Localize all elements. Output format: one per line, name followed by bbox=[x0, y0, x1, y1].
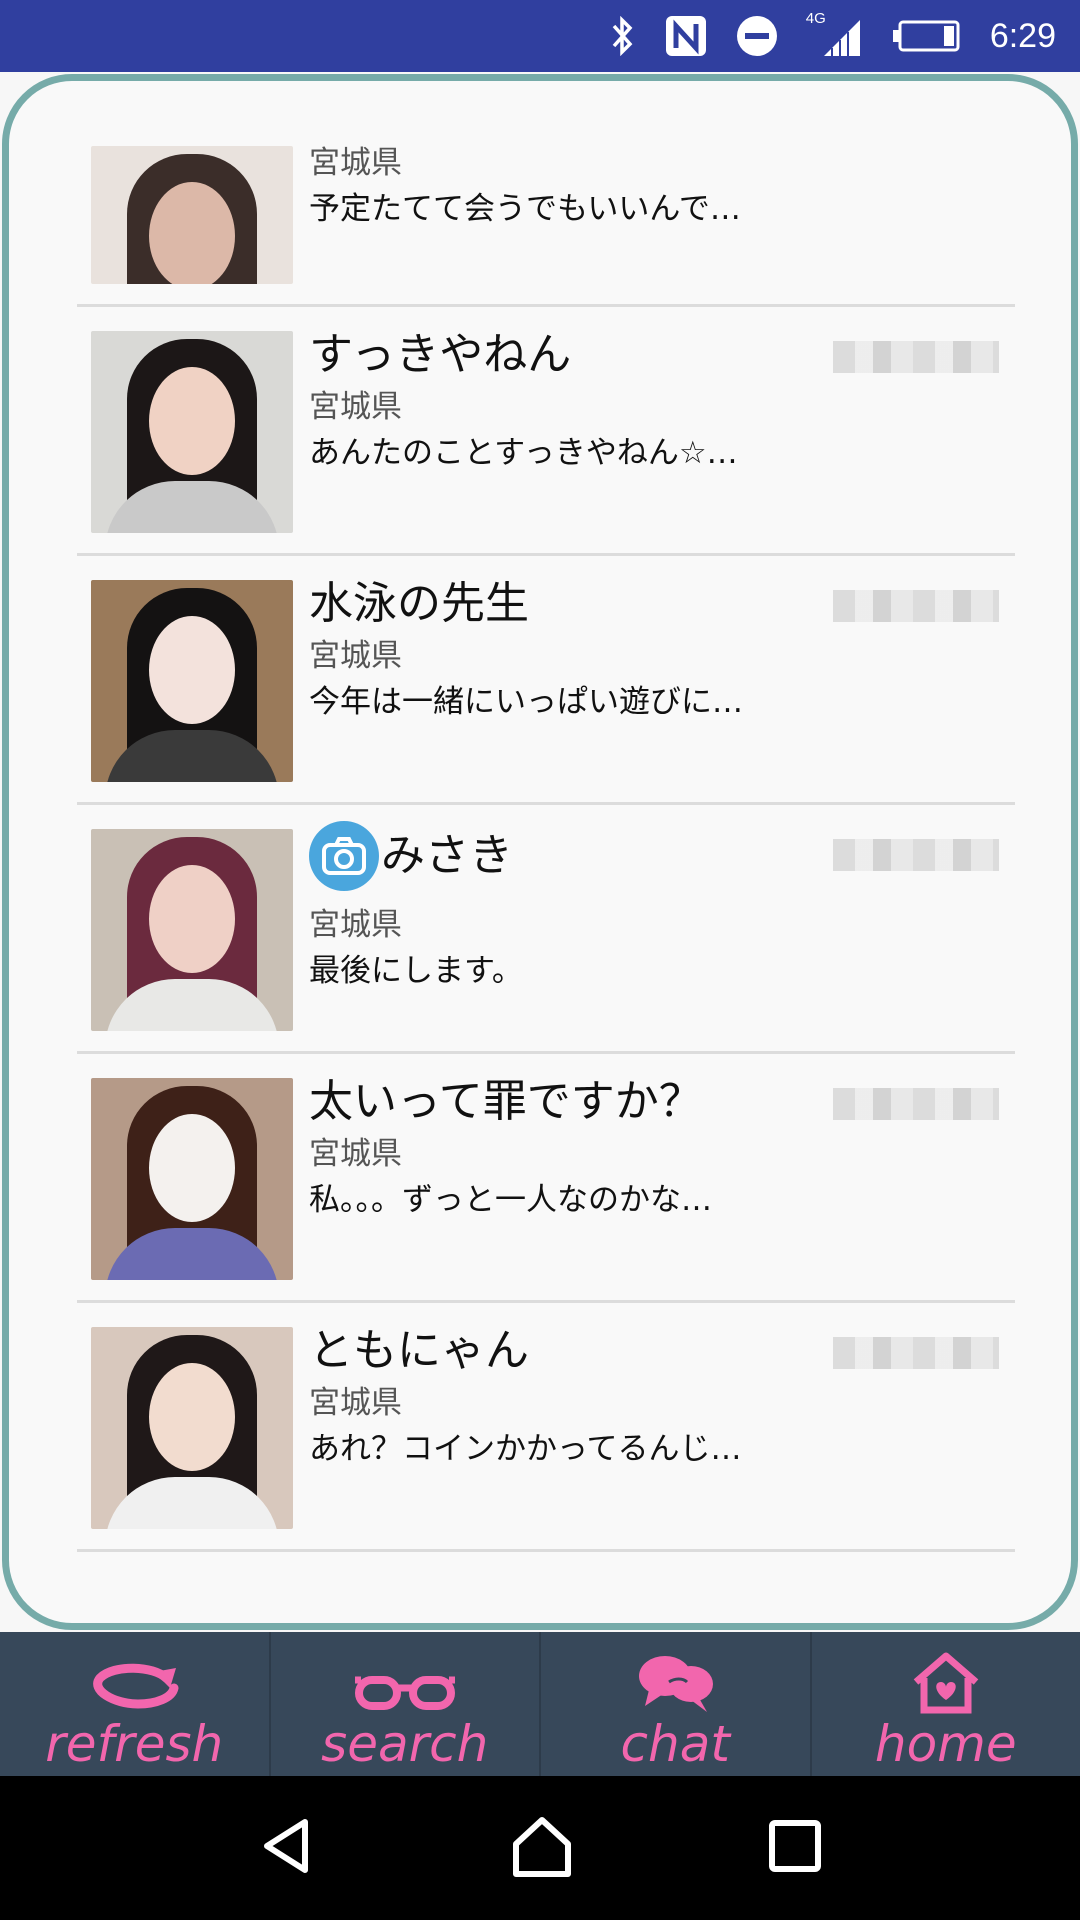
blurred-timestamp bbox=[833, 341, 999, 373]
user-prefecture: 宮城県 bbox=[309, 389, 402, 425]
user-text: 宮城県予定たてて会うでもいいんで… bbox=[309, 141, 809, 233]
back-icon[interactable] bbox=[257, 1816, 317, 1880]
do-not-disturb-icon bbox=[736, 15, 778, 57]
avatar-face bbox=[149, 182, 235, 284]
user-avatar[interactable] bbox=[91, 1327, 293, 1529]
blurred-timestamp bbox=[833, 590, 999, 622]
user-row[interactable]: 太いって罪ですか？ 宮城県私。。。ずっと一人なのかな… bbox=[77, 1054, 1015, 1303]
user-name-text: ともにゃん bbox=[309, 1325, 529, 1376]
user-message-preview: 最後にします。 bbox=[309, 953, 523, 989]
user-list-card: 宮城県 予定たてて会うでもいいんで… すっきやねん 宮城県 あんたのことすっきやねん☆…… bbox=[2, 74, 1078, 1630]
user-prefecture: 宮城県 bbox=[309, 145, 402, 181]
avatar-face bbox=[149, 1363, 235, 1471]
nav-refresh[interactable]: refresh bbox=[0, 1632, 271, 1776]
user-text: ともにゃん宮城県あれ？コインかかってるんじ… bbox=[309, 1321, 809, 1473]
user-row[interactable]: ともにゃん宮城県あれ？コインかかってるんじ… bbox=[77, 1303, 1015, 1552]
status-bar: 4G 6:29 bbox=[0, 0, 1080, 72]
refresh-icon bbox=[84, 1652, 184, 1714]
user-message-preview: あれ？コインかかってるんじ… bbox=[309, 1431, 742, 1467]
user-avatar[interactable] bbox=[91, 829, 293, 1031]
user-prefecture: 宮城県 bbox=[309, 1136, 402, 1172]
user-text: すっきやねん宮城県あんたのことすっきやねん☆… bbox=[309, 325, 809, 477]
nav-home[interactable]: home bbox=[812, 1632, 1080, 1776]
user-name-text: みさき bbox=[381, 830, 513, 881]
user-name-text: すっきやねん bbox=[309, 329, 572, 380]
nav-chat[interactable]: chat bbox=[541, 1632, 812, 1776]
battery-icon bbox=[892, 19, 962, 53]
camera-icon bbox=[309, 821, 379, 891]
user-prefecture: 宮城県 bbox=[309, 1385, 402, 1421]
user-name: 水泳の先生 bbox=[309, 574, 809, 634]
user-row[interactable]: 水泳の先生宮城県今年は一緒にいっぱい遊びに… bbox=[77, 556, 1015, 805]
user-avatar[interactable] bbox=[91, 331, 293, 533]
system-nav-bar bbox=[0, 1776, 1080, 1920]
nav-refresh-label: refresh bbox=[45, 1715, 224, 1773]
user-list: 宮城県 予定たてて会うでもいいんで… すっきやねん 宮城県 あんたのことすっきやねん☆…… bbox=[77, 81, 1015, 1552]
user-name-text: 水泳の先生 bbox=[309, 578, 529, 629]
user-text: 水泳の先生宮城県今年は一緒にいっぱい遊びに… bbox=[309, 574, 809, 726]
bluetooth-icon bbox=[608, 16, 636, 56]
user-row[interactable]: すっきやねん宮城県あんたのことすっきやねん☆… bbox=[77, 307, 1015, 556]
signal-icon: 4G bbox=[806, 10, 864, 58]
user-text: 太いって罪ですか？ 宮城県私。。。ずっと一人なのかな… bbox=[309, 1072, 809, 1224]
home-heart-icon bbox=[910, 1652, 982, 1714]
nav-search-label: search bbox=[321, 1715, 489, 1773]
bottom-nav: refresh search chat home bbox=[0, 1632, 1080, 1776]
user-row[interactable]: 宮城県予定たてて会うでもいいんで… bbox=[77, 81, 1015, 307]
user-prefecture: 宮城県 bbox=[309, 907, 402, 943]
user-avatar[interactable] bbox=[91, 580, 293, 782]
recents-icon[interactable] bbox=[767, 1818, 823, 1878]
avatar-face bbox=[149, 1114, 235, 1222]
avatar-face bbox=[149, 367, 235, 475]
user-message-preview: あんたのことすっきやねん☆… bbox=[309, 435, 738, 471]
blurred-timestamp bbox=[833, 1088, 999, 1120]
avatar-face bbox=[149, 865, 235, 973]
user-name: すっきやねん bbox=[309, 325, 809, 385]
user-message-preview: 今年は一緒にいっぱい遊びに… bbox=[309, 684, 743, 720]
glasses-icon bbox=[353, 1652, 457, 1714]
nfc-icon bbox=[664, 14, 708, 58]
user-name: 太いって罪ですか？ bbox=[309, 1072, 809, 1132]
clock: 6:29 bbox=[989, 16, 1056, 55]
user-text: みさき宮城県最後にします。 bbox=[309, 821, 809, 995]
user-name-text: 太いって罪ですか？ bbox=[309, 1076, 703, 1127]
user-message-preview: 私。。。ずっと一人なのかな… bbox=[309, 1182, 712, 1218]
nav-search[interactable]: search bbox=[271, 1632, 541, 1776]
nav-chat-label: chat bbox=[620, 1715, 730, 1773]
user-avatar[interactable] bbox=[91, 1078, 293, 1280]
avatar-face bbox=[149, 616, 235, 724]
user-name: ともにゃん bbox=[309, 1321, 809, 1381]
user-row[interactable]: みさき宮城県最後にします。 bbox=[77, 805, 1015, 1054]
nav-home-label: home bbox=[874, 1715, 1017, 1773]
blurred-timestamp bbox=[833, 1337, 999, 1369]
blurred-timestamp bbox=[833, 839, 999, 871]
user-name: みさき bbox=[309, 821, 809, 891]
chat-bubbles-icon bbox=[635, 1652, 715, 1714]
user-avatar[interactable] bbox=[91, 146, 293, 284]
home-icon[interactable] bbox=[510, 1814, 574, 1882]
user-message-preview: 予定たてて会うでもいいんで… bbox=[309, 191, 741, 227]
user-prefecture: 宮城県 bbox=[309, 638, 402, 674]
app-root: 4G 6:29 宮城県 予定たてて会うでもいいんで… すっきやねん 宮城県 あんたのこと… bbox=[0, 0, 1080, 1920]
